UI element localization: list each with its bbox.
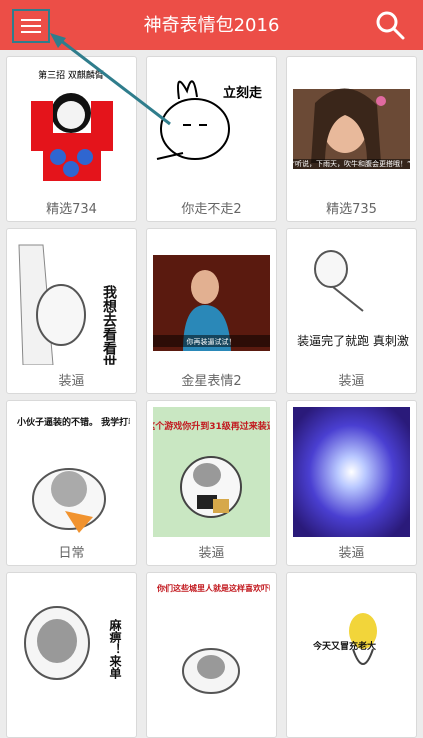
image-caption-text: 我想去看看世界那么大	[101, 285, 118, 365]
sticker-image: 第三招 双麒麟臂	[13, 63, 130, 193]
sticker-card[interactable]: 你再装逼试试！ 金星表情2	[146, 228, 277, 394]
sticker-image: 麻痹！来单	[13, 579, 130, 709]
sticker-image	[293, 407, 410, 537]
image-caption-text: 小伙子逼装的不错。 我学打毛线吧	[16, 416, 130, 428]
sticker-image: 装逼完了就跑 真刺激	[293, 235, 410, 365]
sticker-card[interactable]: 装逼完了就跑 真刺激 装逼	[286, 228, 417, 394]
sticker-caption: 金星表情2	[181, 374, 242, 389]
sticker-caption: 你走不走2	[181, 202, 242, 217]
image-caption-text: 你再装逼试试！	[187, 337, 236, 346]
sticker-card[interactable]: 小伙子逼装的不错。 我学打毛线吧 日常	[6, 400, 137, 566]
sticker-caption: 装逼	[58, 374, 85, 389]
sticker-caption: 装逼	[198, 546, 225, 561]
sticker-image: 等这个游戏你升到31级再过来装逼吧	[153, 407, 270, 537]
sticker-image: “听说，下雨天，吹牛和腹会更搭哦！”	[293, 63, 410, 193]
sticker-card[interactable]: 我想去看看世界那么大 装逼	[6, 228, 137, 394]
sticker-image: 立刻走	[153, 63, 270, 193]
image-caption-text: 装逼完了就跑 真刺激	[297, 333, 409, 348]
top-bar: 神奇表情包2016	[0, 0, 423, 50]
search-icon[interactable]	[375, 10, 405, 40]
image-caption-text: 麻痹！来单	[108, 618, 122, 680]
image-caption-text: “听说，下雨天，吹牛和腹会更搭哦！”	[293, 159, 410, 168]
sticker-card[interactable]: 你们这些城里人就是这样喜欢吓唬我们乡坝头的人！你赶快走吧！我还要给我儿子打毛裤呢	[146, 572, 277, 738]
sticker-image: 你们这些城里人就是这样喜欢吓唬我们乡坝头的人！你赶快走吧！我还要给我儿子打毛裤呢	[153, 579, 270, 709]
image-caption-text: 你们这些城里人就是这样喜欢吓唬我们乡坝头的人！你赶快走吧！我还要给我儿子打毛裤呢	[156, 583, 270, 593]
sticker-caption: 日常	[58, 546, 85, 561]
sticker-image: 小伙子逼装的不错。 我学打毛线吧	[13, 407, 130, 537]
image-caption-text: 等这个游戏你升到31级再过来装逼吧	[153, 420, 270, 432]
image-caption-text: 立刻走	[223, 85, 263, 101]
sticker-card[interactable]: 装逼	[286, 400, 417, 566]
sticker-caption: 装逼	[338, 546, 365, 561]
sticker-caption: 精选735	[326, 202, 377, 217]
sticker-image: 你再装逼试试！	[153, 235, 270, 365]
sticker-card[interactable]: 等这个游戏你升到31级再过来装逼吧 装逼	[146, 400, 277, 566]
sticker-card[interactable]: 第三招 双麒麟臂 精选734	[6, 56, 137, 222]
sticker-card[interactable]: 立刻走 你走不走2	[146, 56, 277, 222]
app-title: 神奇表情包2016	[143, 15, 280, 36]
sticker-caption: 精选734	[46, 202, 97, 217]
sticker-image: 我想去看看世界那么大	[13, 235, 130, 365]
image-caption-text: 今天又冒充老大	[312, 640, 376, 652]
image-caption-text: 第三招 双麒麟臂	[38, 69, 104, 81]
sticker-card[interactable]: 麻痹！来单	[6, 572, 137, 738]
sticker-image: 今天又冒充老大	[293, 579, 410, 709]
sticker-card[interactable]: 今天又冒充老大	[286, 572, 417, 738]
sticker-card[interactable]: “听说，下雨天，吹牛和腹会更搭哦！” 精选735	[286, 56, 417, 222]
sticker-caption: 装逼	[338, 374, 365, 389]
